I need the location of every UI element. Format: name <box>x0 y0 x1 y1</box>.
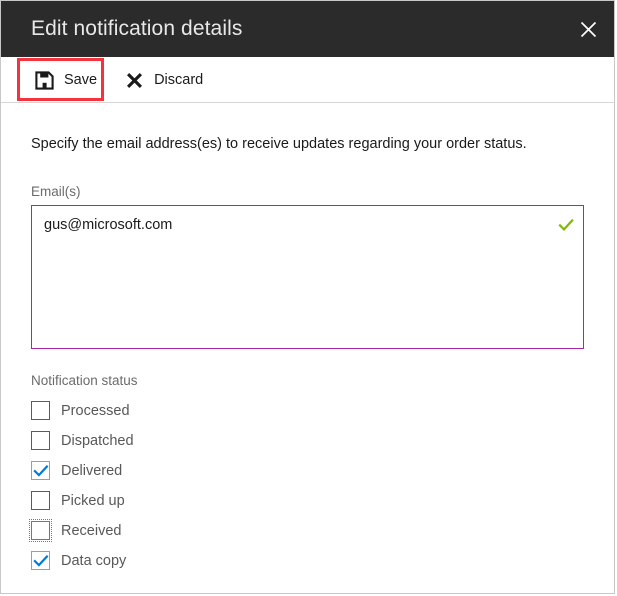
checkbox-label-data-copy: Data copy <box>61 552 127 569</box>
green-check-icon <box>558 217 574 233</box>
checkbox-dispatched[interactable] <box>31 431 50 451</box>
save-floppy-icon <box>31 69 57 91</box>
checkbox-label-delivered: Delivered <box>61 462 123 479</box>
checkbox-picked-up[interactable] <box>31 491 50 511</box>
blade-body: Specify the email address(es) to receive… <box>1 135 614 576</box>
blade-header: Edit notification details <box>1 1 614 57</box>
page-title: Edit notification details <box>31 17 243 40</box>
save-button[interactable]: Save <box>27 63 107 97</box>
email-input-value: gus@microsoft.com <box>44 216 173 233</box>
notification-status-label: Notification status <box>31 372 138 388</box>
notification-status-list: Processed Dispatched Delivered Picked up <box>29 396 584 576</box>
checkbox-row-picked-up[interactable]: Picked up <box>31 486 584 516</box>
checkbox-label-processed: Processed <box>61 402 130 419</box>
instruction-text: Specify the email address(es) to receive… <box>31 136 527 152</box>
save-button-label: Save <box>64 72 98 88</box>
checkbox-received[interactable] <box>29 519 52 543</box>
close-x-icon <box>121 69 147 91</box>
email-field-label: Email(s) <box>31 183 81 199</box>
checkbox-row-data-copy[interactable]: Data copy <box>31 546 584 576</box>
checkbox-row-delivered[interactable]: Delivered <box>31 456 584 486</box>
checkmark-icon <box>33 554 48 567</box>
edit-notification-details-blade: Edit notification details Save Discard S… <box>0 0 615 594</box>
close-button[interactable] <box>562 1 614 57</box>
discard-button[interactable]: Discard <box>117 63 213 97</box>
checkbox-row-processed[interactable]: Processed <box>31 396 584 426</box>
discard-button-label: Discard <box>154 72 204 88</box>
checkmark-icon <box>33 464 48 477</box>
checkbox-row-dispatched[interactable]: Dispatched <box>31 426 584 456</box>
checkbox-label-dispatched: Dispatched <box>61 432 134 449</box>
checkbox-label-received: Received <box>61 522 122 539</box>
checkbox-row-received[interactable]: Received <box>29 516 584 546</box>
checkbox-label-picked-up: Picked up <box>61 492 125 509</box>
checkbox-data-copy[interactable] <box>31 551 50 571</box>
blade-toolbar: Save Discard <box>1 57 614 103</box>
checkbox-processed[interactable] <box>31 401 50 421</box>
email-input[interactable]: gus@microsoft.com <box>31 204 584 349</box>
checkbox-delivered[interactable] <box>31 461 50 481</box>
close-icon <box>580 21 597 38</box>
